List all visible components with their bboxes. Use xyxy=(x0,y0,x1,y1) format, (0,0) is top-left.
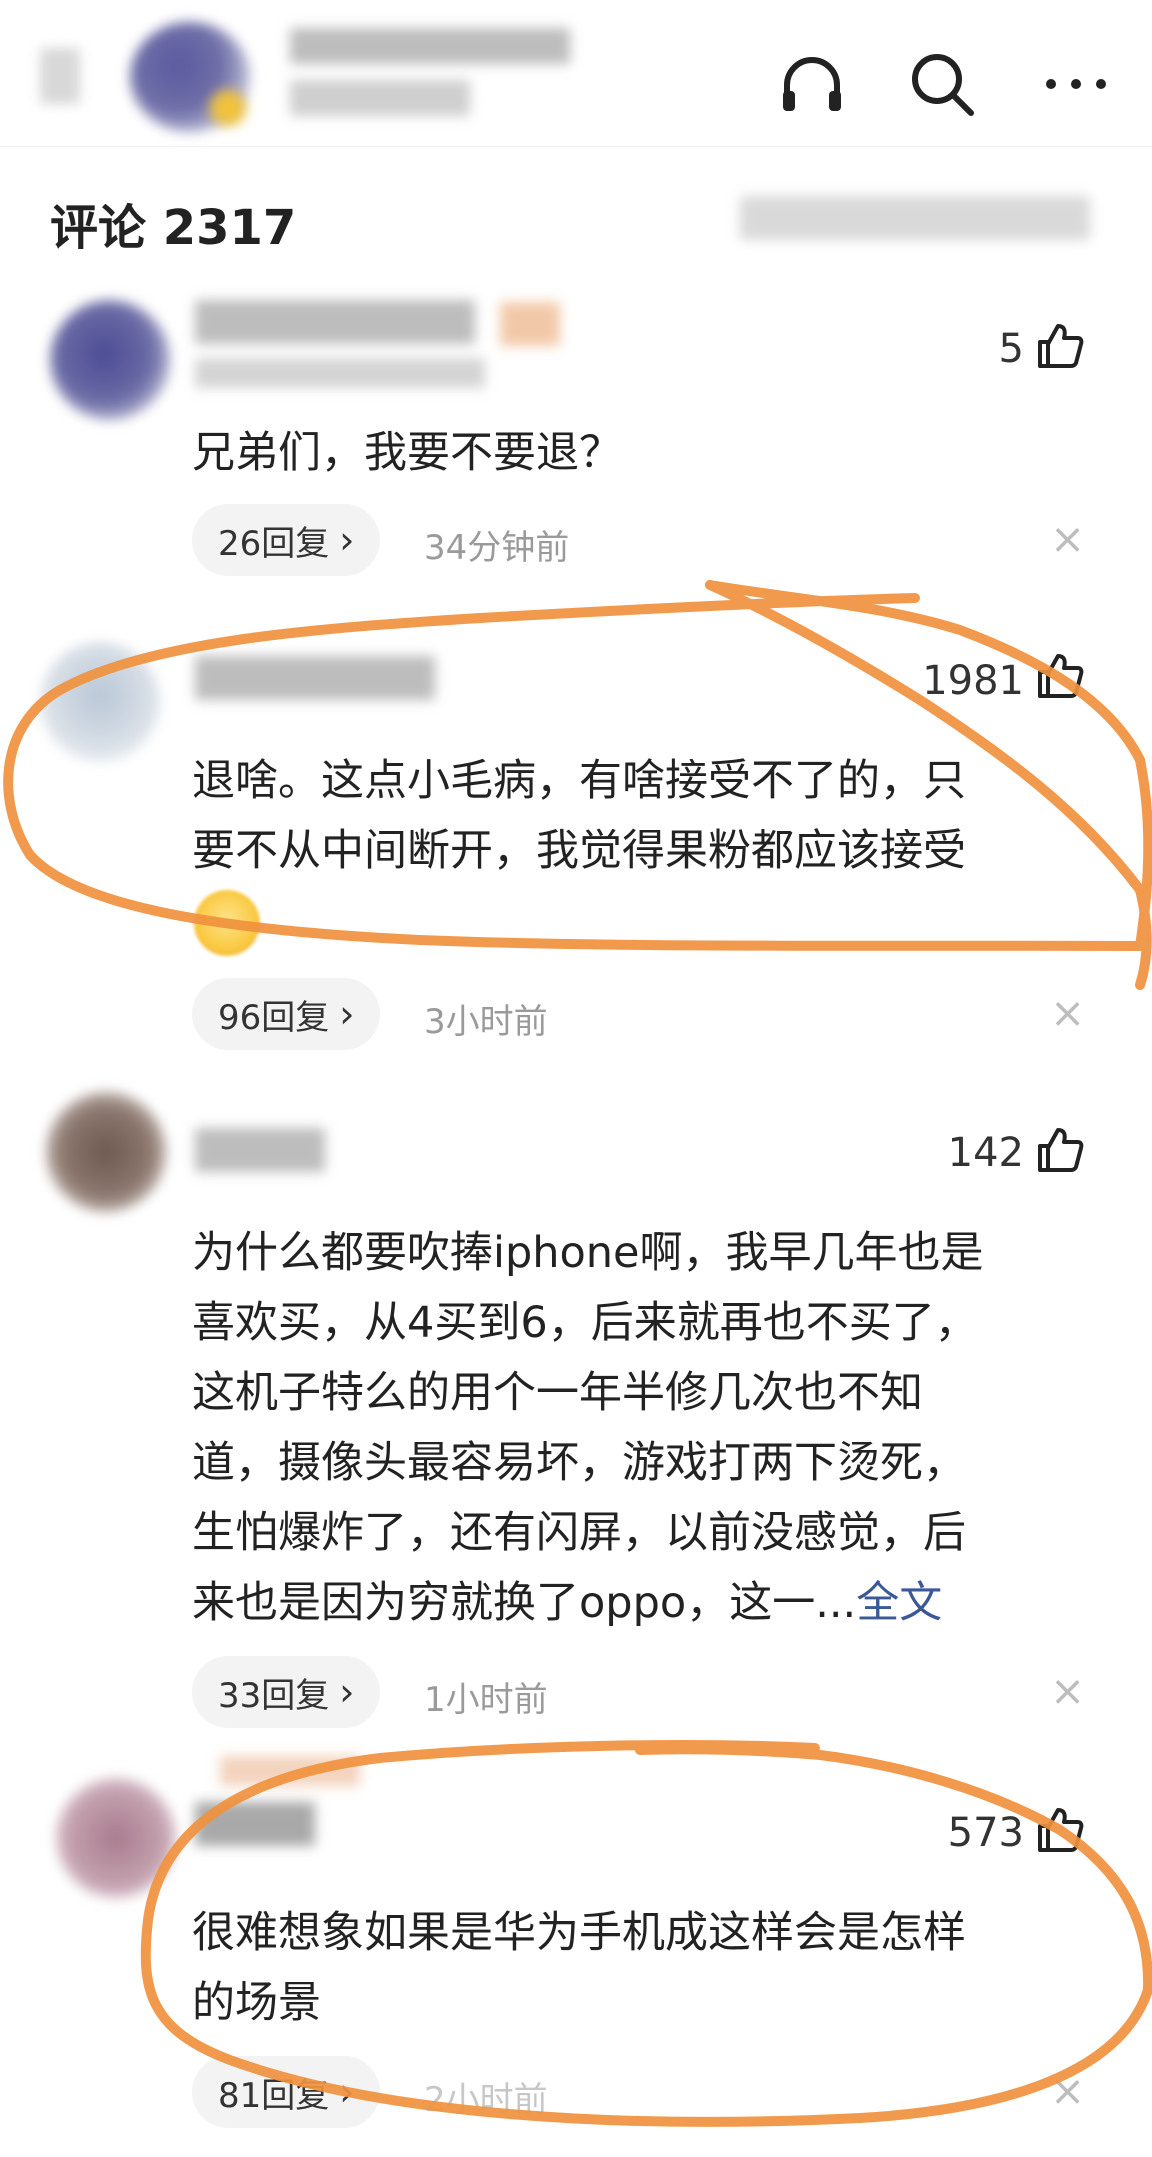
replies-button[interactable]: 26回复 › xyxy=(192,504,381,576)
avatar[interactable] xyxy=(40,642,160,762)
replies-label: 81回复 xyxy=(218,2075,330,2116)
like-count: 573 xyxy=(947,1810,1024,1856)
comment-time: 34分钟前 xyxy=(424,528,570,568)
like-count: 5 xyxy=(998,326,1024,372)
search-icon[interactable] xyxy=(902,44,982,124)
username-redacted[interactable] xyxy=(195,300,475,344)
comment-text-line: 这机子特么的用个一年半修几次也不知 xyxy=(192,1368,923,1418)
comments-count-title: 评论 2317 xyxy=(50,200,297,256)
thumbs-up-icon[interactable] xyxy=(1036,1126,1084,1174)
chevron-right-icon: › xyxy=(339,2070,355,2114)
verified-badge-icon xyxy=(210,90,246,126)
badge-redacted xyxy=(500,302,560,346)
sort-control-redacted[interactable] xyxy=(740,196,1090,240)
top-bar xyxy=(0,0,1152,147)
comment-text-last-line: 来也是因为穷就换了oppo，这一...全文 xyxy=(192,1568,1072,1638)
dismiss-icon[interactable]: × xyxy=(1050,2070,1085,2112)
headphones-icon[interactable] xyxy=(772,44,852,124)
dismiss-icon[interactable]: × xyxy=(1050,992,1085,1034)
more-icon[interactable] xyxy=(1036,44,1116,124)
replies-label: 33回复 xyxy=(218,1675,330,1716)
chevron-right-icon: › xyxy=(339,518,355,562)
comment-text-line: 的场景 xyxy=(192,1978,321,2028)
comment-text-line: 道，摄像头最容易坏，游戏打两下烫死， xyxy=(192,1438,966,1488)
replies-label: 96回复 xyxy=(218,997,330,1038)
full-text-link[interactable]: 全文 xyxy=(856,1578,942,1628)
like-count: 1981 xyxy=(922,658,1024,704)
replies-button[interactable]: 81回复 › xyxy=(192,2056,381,2128)
username-redacted[interactable] xyxy=(195,1128,325,1172)
dismiss-icon[interactable]: × xyxy=(1050,1670,1085,1712)
back-icon[interactable] xyxy=(40,48,80,104)
replies-button[interactable]: 96回复 › xyxy=(192,978,381,1050)
comment-text-line: 喜欢买，从4买到6，后来就再也不买了， xyxy=(192,1298,978,1348)
comment-text-line: 退啥。这点小毛病，有啥接受不了的，只 xyxy=(192,756,966,806)
comment-text-line: 要不从中间断开，我觉得果粉都应该接受 xyxy=(192,826,966,876)
comment-text-line: 很难想象如果是华为手机成这样会是怎样 xyxy=(192,1908,966,1958)
avatar[interactable] xyxy=(50,300,170,420)
comment-text-truncated: 来也是因为穷就换了oppo，这一... xyxy=(192,1578,857,1628)
replies-label: 26回复 xyxy=(218,523,330,564)
avatar[interactable] xyxy=(56,1778,176,1898)
thumbs-up-icon[interactable] xyxy=(1036,652,1084,700)
avatar[interactable] xyxy=(46,1092,166,1212)
like-count: 142 xyxy=(947,1130,1024,1176)
comment-text-line: 为什么都要吹捧iphone啊，我早几年也是 xyxy=(192,1228,984,1278)
username-redacted[interactable] xyxy=(195,1802,315,1846)
comment-text: 兄弟们，我要不要退？ xyxy=(192,428,622,478)
thumbs-up-icon[interactable] xyxy=(1036,322,1084,370)
username-redacted[interactable] xyxy=(195,656,435,700)
chevron-right-icon: › xyxy=(339,992,355,1036)
thumbs-up-icon[interactable] xyxy=(1036,1806,1084,1854)
dismiss-icon[interactable]: × xyxy=(1050,518,1085,560)
replies-button[interactable]: 33回复 › xyxy=(192,1656,381,1728)
user-subtitle-redacted xyxy=(195,358,485,388)
comment-time: 1小时前 xyxy=(424,1680,548,1720)
author-subtitle-redacted xyxy=(290,80,470,116)
chevron-right-icon: › xyxy=(339,1670,355,1714)
author-name-redacted xyxy=(290,28,570,64)
comment-time: 2小时前 xyxy=(424,2080,548,2120)
comment-time: 3小时前 xyxy=(424,1002,548,1042)
badge-redacted xyxy=(220,1756,360,1786)
smile-emoji-icon xyxy=(194,890,260,956)
comment-text-line: 生怕爆炸了，还有闪屏，以前没感觉，后 xyxy=(192,1508,966,1558)
